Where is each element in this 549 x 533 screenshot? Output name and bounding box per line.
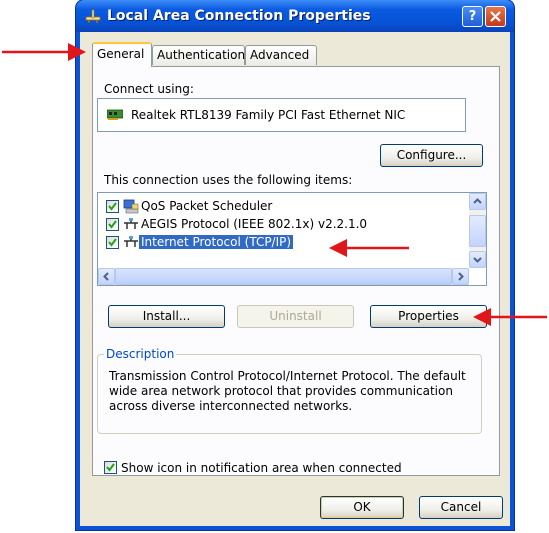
configure-button[interactable]: Configure...: [380, 144, 483, 167]
install-button[interactable]: Install...: [108, 305, 225, 328]
window-title: Local Area Connection Properties: [107, 8, 371, 24]
annotation-arrow-properties: [473, 308, 547, 326]
description-groupbox: Description Transmission Control Protoco…: [97, 347, 482, 434]
description-text: Transmission Control Protocol/Internet P…: [109, 369, 466, 413]
ok-button[interactable]: OK: [320, 496, 404, 519]
checkmark-icon: [108, 220, 117, 229]
item-label: AEGIS Protocol (IEEE 802.1x) v2.2.1.0: [141, 217, 368, 231]
network-card-icon: [107, 109, 123, 120]
chevron-right-icon: [458, 272, 464, 281]
annotation-arrow-tcpip: [329, 239, 409, 257]
item-label-selected: Internet Protocol (TCP/IP): [139, 235, 294, 249]
close-button[interactable]: [485, 6, 506, 27]
close-icon: [490, 11, 501, 22]
items-label: This connection uses the following items…: [104, 173, 353, 187]
properties-dialog: Local Area Connection Properties ? Gener…: [76, 0, 514, 530]
checkmark-icon: [108, 202, 117, 211]
notify-checkbox[interactable]: [104, 461, 117, 474]
description-title: Description: [104, 347, 177, 361]
horizontal-scroll-thumb[interactable]: [115, 268, 452, 285]
checkmark-icon: [106, 463, 115, 472]
title-bar[interactable]: Local Area Connection Properties ?: [76, 0, 514, 32]
connect-using-label: Connect using:: [104, 82, 194, 96]
chevron-down-icon: [473, 257, 482, 263]
properties-button[interactable]: Properties: [370, 305, 487, 328]
horizontal-scrollbar[interactable]: [98, 268, 469, 285]
notify-label: Show icon in notification area when conn…: [121, 461, 402, 475]
adapter-field: Realtek RTL8139 Family PCI Fast Ethernet…: [97, 98, 466, 132]
tab-general[interactable]: General: [92, 42, 152, 67]
item-checkbox[interactable]: [106, 236, 119, 249]
chevron-up-icon: [473, 198, 482, 204]
annotation-arrow-general: [2, 43, 86, 61]
scheduler-icon: [123, 199, 139, 214]
scroll-thumb[interactable]: [469, 215, 486, 247]
scroll-right-button[interactable]: [452, 268, 469, 285]
help-button[interactable]: ?: [462, 6, 483, 27]
network-protocol-icon: [124, 236, 138, 247]
item-checkbox[interactable]: [106, 200, 119, 213]
scroll-up-button[interactable]: [469, 193, 486, 210]
chevron-left-icon: [103, 272, 109, 281]
components-list[interactable]: QoS Packet Scheduler AEGIS Protocol (IEE…: [97, 192, 487, 286]
adapter-name: Realtek RTL8139 Family PCI Fast Ethernet…: [131, 108, 406, 122]
cancel-button[interactable]: Cancel: [419, 496, 503, 519]
tab-advanced[interactable]: Advanced: [245, 45, 317, 65]
item-label: QoS Packet Scheduler: [141, 199, 273, 213]
item-checkbox[interactable]: [106, 218, 119, 231]
vertical-scrollbar[interactable]: [469, 193, 486, 268]
checkmark-icon: [108, 238, 117, 247]
scroll-left-button[interactable]: [98, 268, 115, 285]
tab-authentication[interactable]: Authentication: [152, 45, 245, 65]
network-protocol-icon: [124, 218, 138, 229]
scroll-down-button[interactable]: [469, 251, 486, 268]
uninstall-button[interactable]: Uninstall: [237, 305, 354, 328]
dialog-client-area: General Authentication Advanced Connect …: [80, 32, 510, 526]
network-connection-icon: [85, 9, 101, 23]
